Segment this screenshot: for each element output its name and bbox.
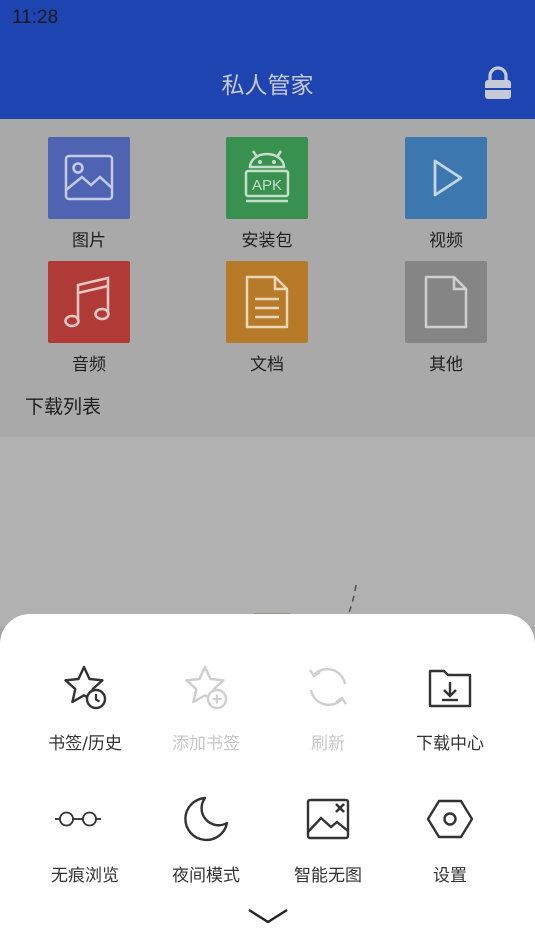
image-icon: [64, 154, 114, 201]
apk-icon: APK: [244, 150, 290, 203]
page-title: 私人管家: [221, 73, 314, 99]
category-tile-audio[interactable]: [48, 261, 130, 343]
menu-item-label: 设置: [433, 866, 467, 886]
incognito-glasses-icon: [55, 811, 101, 827]
file-icon: [424, 275, 468, 329]
night-mode-button[interactable]: 夜间模式: [146, 758, 266, 886]
category-tile-video[interactable]: [405, 137, 487, 219]
category-tile-images[interactable]: [48, 137, 130, 219]
add-bookmark-button[interactable]: 添加书签: [146, 626, 266, 754]
menu-item-label: 夜间模式: [172, 866, 240, 886]
category-label: 文档: [250, 355, 284, 375]
menu-item-label: 添加书签: [172, 734, 240, 754]
chevron-down-icon[interactable]: [247, 906, 289, 928]
bookmarks-history-button[interactable]: 书签/历史: [25, 626, 145, 754]
svg-text:APK: APK: [252, 177, 282, 194]
download-list-empty-state: [0, 437, 535, 627]
smart-no-image-button[interactable]: 智能无图: [268, 758, 388, 886]
settings-button[interactable]: 设置: [390, 758, 510, 886]
music-icon: [64, 276, 110, 328]
refresh-button[interactable]: 刷新: [268, 626, 388, 754]
category-label: 其他: [429, 355, 463, 375]
category-tile-apk[interactable]: APK: [226, 137, 308, 219]
download-center-button[interactable]: 下载中心: [390, 626, 510, 754]
status-bar: 11:28: [0, 0, 535, 40]
no-image-icon: [306, 798, 350, 840]
add-bookmark-icon: [185, 665, 228, 710]
category-tile-document[interactable]: [226, 261, 308, 343]
menu-item-label: 智能无图: [294, 866, 362, 886]
menu-item-label: 书签/历史: [48, 734, 122, 754]
menu-item-label: 刷新: [311, 734, 345, 754]
status-time: 11:28: [12, 7, 59, 28]
settings-hexagon-icon: [427, 799, 473, 839]
file-manager-content: 图片 APK 安装包 视频 音频 文档 其他 下载列表: [0, 119, 535, 627]
menu-item-label: 无痕浏览: [51, 866, 119, 886]
category-label: 图片: [72, 231, 106, 251]
category-label: 音频: [72, 355, 106, 375]
download-list-title: 下载列表: [25, 396, 102, 418]
empty-state-illustration: [252, 584, 357, 627]
refresh-icon: [309, 668, 347, 706]
category-tile-other[interactable]: [405, 261, 487, 343]
download-folder-icon: [428, 669, 472, 708]
menu-item-label: 下载中心: [416, 734, 484, 754]
lock-icon[interactable]: [484, 66, 512, 100]
category-label: 视频: [429, 231, 463, 251]
play-icon: [433, 159, 463, 197]
bookmark-history-icon: [64, 665, 107, 710]
app-bar: 私人管家: [0, 40, 535, 119]
document-icon: [245, 275, 289, 329]
incognito-button[interactable]: 无痕浏览: [25, 758, 145, 886]
category-label: 安装包: [241, 231, 293, 251]
moon-icon: [184, 796, 229, 842]
